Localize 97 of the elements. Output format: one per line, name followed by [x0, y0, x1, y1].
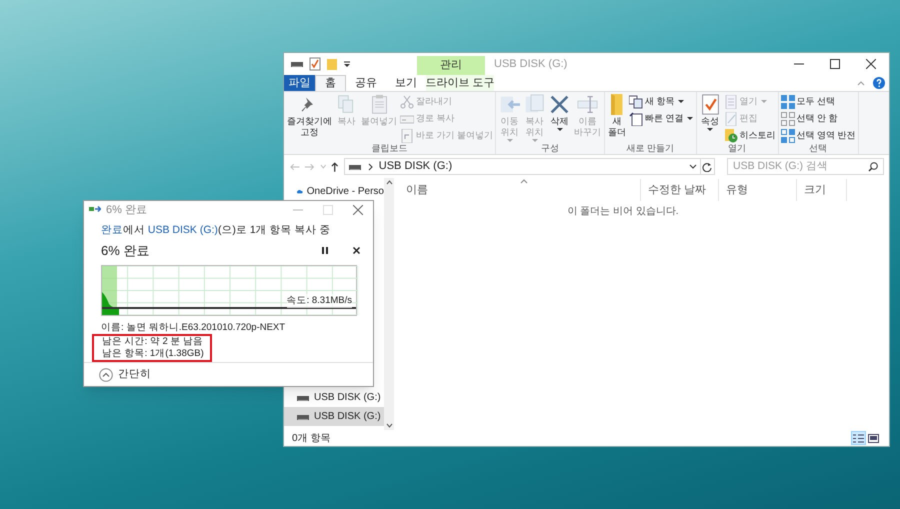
nav-item[interactable]: USB DISK (G:)	[284, 388, 384, 407]
window-title: USB DISK (G:)	[493, 56, 568, 72]
close-icon	[866, 59, 876, 69]
scroll-down-icon	[386, 423, 392, 428]
select-all-icon	[780, 94, 795, 108]
nav-item[interactable]: USB DISK (G:)	[284, 407, 384, 426]
caret-icon	[676, 99, 685, 104]
context-tab-header: 관리	[417, 56, 485, 75]
fewer-details-button[interactable]: 간단히	[99, 366, 151, 382]
scrollbar[interactable]	[384, 178, 394, 430]
folder-icon	[326, 58, 338, 70]
ribbon-tab[interactable]: 드라이브 도구	[426, 75, 494, 91]
nav-item[interactable]: OneDrive - Perso	[284, 182, 384, 201]
copy-progress-icon	[89, 205, 101, 214]
ribbon-tab[interactable]: 보기	[386, 75, 426, 91]
address-text: USB DISK (G:)	[378, 159, 452, 174]
ribbon-button[interactable]: 선택 안 함	[780, 111, 856, 126]
copy-to-icon	[524, 94, 546, 115]
scissors-icon	[400, 94, 414, 108]
empty-folder-message: 이 폴더는 비어 있습니다.	[567, 204, 679, 218]
view-button[interactable]	[866, 431, 881, 445]
ribbon-button[interactable]: 삭제	[548, 94, 572, 132]
sort-ascending-icon	[520, 179, 528, 184]
column-header[interactable]: 유형	[719, 179, 797, 201]
ribbon-button[interactable]: 선택 영역 반전	[780, 128, 856, 143]
ribbon-button[interactable]: 새 항목	[629, 94, 694, 109]
group-label: 열기	[728, 142, 746, 154]
close-icon	[353, 204, 363, 215]
column-header[interactable]: 크기	[797, 179, 847, 201]
invert-selection-icon	[780, 128, 795, 142]
chevron-right-icon	[368, 162, 373, 170]
ribbon-button[interactable]: 새 폴더	[607, 94, 628, 138]
ribbon-button[interactable]: 모두 선택	[780, 94, 856, 109]
caret-icon	[530, 138, 539, 143]
ribbon-button[interactable]: 빠른 연결	[629, 111, 694, 126]
column-header[interactable]: 이름	[399, 179, 641, 201]
select-none-icon	[780, 112, 795, 126]
caret-icon	[556, 127, 564, 132]
caret-icon	[343, 60, 351, 68]
search-icon	[868, 162, 878, 172]
edit-icon	[724, 112, 738, 126]
address-bar[interactable]: USB DISK (G:)	[344, 158, 701, 175]
large-icons-view-icon	[868, 434, 879, 442]
properties-icon	[700, 94, 721, 115]
group-label: 선택	[809, 142, 828, 154]
ribbon-tab[interactable]: 파일	[284, 75, 315, 91]
view-button[interactable]	[851, 431, 866, 445]
checklist-icon	[309, 57, 321, 71]
move-to-icon	[499, 94, 520, 115]
caret-icon	[706, 127, 714, 132]
folder-icon	[611, 94, 623, 115]
caret-icon	[506, 138, 514, 143]
forward-arrow-icon	[304, 162, 316, 172]
up-arrow-icon	[330, 160, 340, 172]
chevron-up-circle-icon	[99, 368, 113, 382]
ribbon-tab[interactable]: 홈	[315, 75, 346, 91]
ribbon-button[interactable]: 히스토리	[724, 128, 776, 143]
help-icon	[873, 77, 885, 89]
item-count: 0개 항목	[292, 432, 332, 446]
history-icon	[724, 128, 738, 142]
ribbon-button[interactable]: 즐겨찾기에 고정	[286, 94, 333, 138]
refresh-button[interactable]	[700, 158, 715, 175]
refresh-icon	[702, 162, 712, 172]
progress-heading: 6% 완료	[101, 242, 150, 260]
maximize-icon	[323, 204, 333, 215]
cloud-icon	[296, 187, 303, 196]
chevron-down-icon	[688, 164, 697, 169]
speed-label: 속도: 8.31MB/s	[286, 294, 352, 308]
cancel-icon	[352, 246, 360, 254]
rename-icon	[577, 94, 598, 115]
location-link[interactable]: 완료	[101, 224, 123, 236]
details-view-icon	[853, 434, 864, 442]
new-item-icon	[629, 94, 644, 108]
chevron-up-icon	[857, 80, 865, 86]
column-header[interactable]: 수정한 날짜	[641, 179, 719, 201]
detail-text: 남은 시간: 약 2 분 남음	[102, 336, 204, 348]
search-field[interactable]: USB DISK (G:) 검색	[726, 158, 884, 175]
scroll-up-icon	[386, 180, 392, 185]
ribbon-tab[interactable]: 공유	[346, 75, 386, 91]
detail-text: 이름: 놀면 뭐하니.E63.201010.720p-NEXT	[101, 322, 286, 334]
dialog-title: 6% 완료	[106, 202, 148, 218]
back-arrow-icon	[289, 162, 300, 172]
maximize-icon	[830, 59, 840, 69]
group-label: 구성	[541, 142, 560, 154]
group-label: 새로 만들기	[626, 142, 674, 154]
caret-icon	[320, 164, 326, 169]
delete-icon	[549, 94, 570, 115]
ribbon-button[interactable]: 속성	[698, 94, 722, 132]
location-link[interactable]: USB DISK (G:)	[148, 224, 218, 236]
pause-icon	[322, 246, 328, 254]
shortcut-icon	[400, 128, 414, 142]
detail-text: 남은 항목: 1개(1.38GB)	[102, 348, 204, 360]
open-icon	[724, 94, 738, 108]
caret-icon	[760, 99, 768, 104]
group-label: 클립보드	[372, 142, 408, 154]
caret-icon	[686, 116, 694, 121]
copy-status-text: 완료에서 USB DISK (G:)(으)로 1개 항목 복사 중	[101, 222, 332, 238]
